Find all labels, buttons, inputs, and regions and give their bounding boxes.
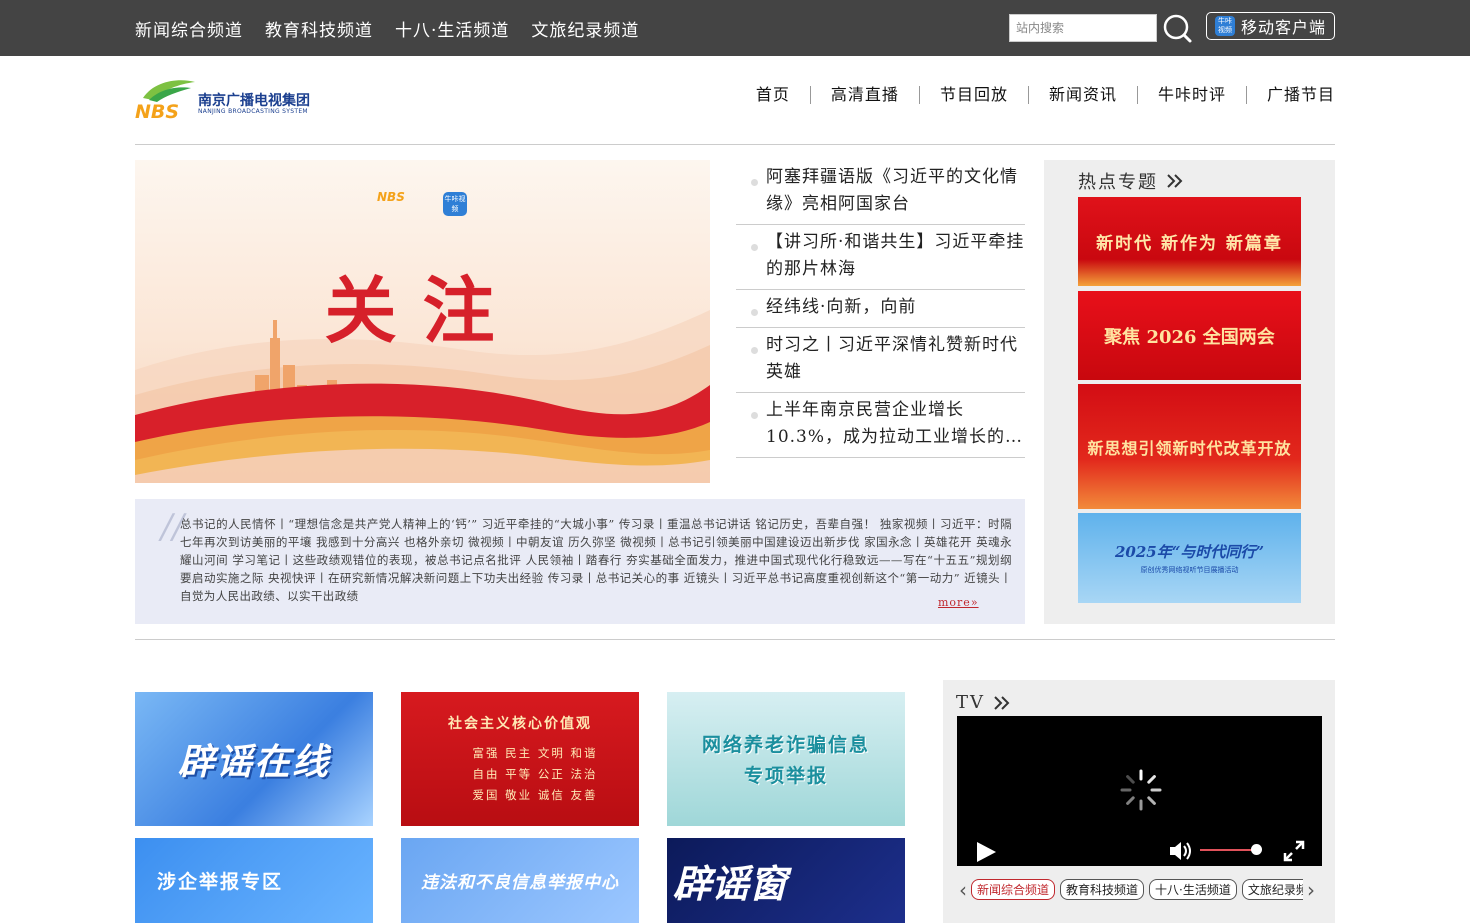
headline-item[interactable]: 经纬线·向新，向前	[736, 290, 1025, 328]
logo-name-en: NANJING BROADCASTING SYSTEM	[198, 108, 308, 115]
tile-elderly-fraud-line: 专项举报	[743, 765, 828, 787]
section-divider	[135, 639, 1335, 640]
tv-panel: TV ‹ 新闻综合频道 教育科技频道 十八·生活频道 文旅纪录频 ›	[943, 680, 1335, 923]
tv-channel-list: 新闻综合频道 教育科技频道 十八·生活频道 文旅纪录频道	[971, 879, 1303, 900]
tile-rumor-refute-online[interactable]: 辟谣在线	[135, 692, 373, 826]
double-chevron-right-icon	[1167, 174, 1183, 188]
tile-rumor-window[interactable]: 辟谣窗	[667, 838, 905, 923]
site-search-input[interactable]	[1009, 14, 1157, 42]
tile-core-values-line: 爱国 敬业 诚信 友善	[472, 787, 598, 802]
hot-topic-reform[interactable]: 新思想引领新时代改革开放	[1078, 384, 1301, 509]
tile-elderly-fraud-line: 网络养老诈骗信息	[701, 734, 870, 756]
logo-brand: NBS	[135, 101, 179, 120]
double-chevron-right-icon	[994, 695, 1010, 710]
tile-core-values-line: 自由 平等 公正 法治	[472, 766, 598, 781]
hot-topic-new-era[interactable]: 新时代 新作为 新篇章	[1078, 197, 1301, 286]
hot-topics-title: 热点专题	[1078, 172, 1158, 193]
tile-enterprise-report[interactable]: 涉企举报专区	[135, 838, 373, 923]
tv-channel-education[interactable]: 教育科技频道	[1060, 879, 1145, 900]
tile-core-values-title: 社会主义核心价值观	[448, 715, 592, 732]
tv-channel-switcher: ‹ 新闻综合频道 教育科技频道 十八·生活频道 文旅纪录频道 ›	[959, 879, 1315, 900]
hot-topic-with-the-times-subtitle: 原创优秀网络视听节目展播活动	[1140, 566, 1239, 574]
header-divider	[135, 144, 1335, 145]
xi-quotes-strip: // 总书记的人民情怀丨“理想信念是共产党人精神上的‘钙’” 习近平牵挂的“大城…	[135, 499, 1025, 624]
chevron-right-icon[interactable]: ›	[1307, 880, 1315, 900]
nav-live[interactable]: 高清直播	[811, 86, 920, 104]
video-player[interactable]	[957, 716, 1322, 866]
channel-link-education[interactable]: 教育科技频道	[265, 16, 373, 41]
headline-text: 阿塞拜疆语版《习近平的文化情缘》亮相阿国家台	[766, 167, 1018, 214]
hero-title: 关注	[324, 269, 521, 353]
mobile-client-label: 移动客户端	[1241, 18, 1327, 37]
tile-illegal-info-report[interactable]: 违法和不良信息举报中心	[401, 838, 639, 923]
play-icon[interactable]	[975, 841, 997, 863]
nav-news[interactable]: 新闻资讯	[1029, 86, 1138, 104]
hot-topics-panel: 热点专题 新时代 新作为 新篇章 聚焦 2026 全国两会 新思想引领新时代改革…	[1044, 160, 1335, 624]
tv-channel-culture[interactable]: 文旅纪录频道	[1241, 879, 1303, 900]
mobile-app-icon: 牛咔视频	[1215, 16, 1235, 36]
tv-title: TV	[956, 692, 986, 713]
headline-item[interactable]: 时习之丨习近平深情礼赞新时代英雄	[736, 328, 1025, 393]
headline-item[interactable]: 阿塞拜疆语版《习近平的文化情缘》亮相阿国家台	[736, 160, 1025, 225]
tile-elderly-fraud-report[interactable]: 网络养老诈骗信息 专项举报	[667, 692, 905, 826]
channel-link-life[interactable]: 十八·生活频道	[395, 16, 509, 41]
nav-radio[interactable]: 广播节目	[1247, 86, 1335, 104]
hero-badge-nbs: NBS	[377, 190, 405, 204]
volume-icon[interactable]	[1169, 840, 1193, 862]
hero-badge-app: 牛咔视频	[443, 192, 467, 216]
nav-home[interactable]: 首页	[736, 86, 811, 104]
headline-text: 经纬线·向新，向前	[766, 297, 917, 317]
tile-core-values-line: 富强 民主 文明 和谐	[472, 745, 598, 760]
chevron-left-icon[interactable]: ‹	[959, 880, 967, 900]
headline-item[interactable]: 【讲习所·和谐共生】习近平牵挂的那片林海	[736, 225, 1025, 290]
headline-text: 【讲习所·和谐共生】习近平牵挂的那片林海	[766, 232, 1025, 279]
loading-spinner-icon	[1120, 769, 1162, 811]
tv-channel-news[interactable]: 新闻综合频道	[971, 879, 1056, 900]
nbs-logo[interactable]: NBS 南京广播电视集团 NANJING BROADCASTING SYSTEM	[135, 78, 335, 123]
quotes-text[interactable]: 总书记的人民情怀丨“理想信念是共产党人精神上的‘钙’” 习近平牵挂的“大城小事”…	[180, 515, 1012, 605]
hot-topic-two-sessions[interactable]: 聚焦 2026 全国两会	[1078, 291, 1301, 380]
nav-commentary[interactable]: 牛咔时评	[1138, 86, 1247, 104]
headline-text: 上半年南京民营企业增长10.3%，成为拉动工业增长的重要力量	[766, 400, 1024, 447]
mobile-client-button[interactable]: 牛咔视频 移动客户端	[1206, 12, 1335, 40]
tv-header[interactable]: TV	[956, 692, 1011, 713]
nav-replay[interactable]: 节目回放	[920, 86, 1029, 104]
main-nav: 首页 高清直播 节目回放 新闻资讯 牛咔时评 广播节目	[736, 86, 1335, 104]
channel-link-news[interactable]: 新闻综合频道	[135, 16, 243, 41]
logo-name-cn: 南京广播电视集团	[198, 93, 310, 109]
headline-list: 阿塞拜疆语版《习近平的文化情缘》亮相阿国家台 【讲习所·和谐共生】习近平牵挂的那…	[736, 160, 1025, 458]
volume-slider-handle[interactable]	[1251, 844, 1262, 855]
hot-topic-with-the-times[interactable]: 2025年“与时代同行” 原创优秀网络视听节目展播活动	[1078, 513, 1301, 603]
headline-text: 时习之丨习近平深情礼赞新时代英雄	[766, 335, 1018, 382]
tv-channel-life[interactable]: 十八·生活频道	[1149, 879, 1237, 900]
hot-topic-with-the-times-title: 2025年“与时代同行”	[1114, 543, 1264, 561]
top-bar: 新闻综合频道 教育科技频道 十八·生活频道 文旅纪录频道 牛咔视频 移动客户端	[0, 0, 1470, 56]
headline-item[interactable]: 上半年南京民营企业增长10.3%，成为拉动工业增长的重要力量	[736, 393, 1025, 458]
nbs-logo-icon: NBS	[135, 80, 195, 123]
channel-link-culture[interactable]: 文旅纪录频道	[531, 16, 639, 41]
search-icon[interactable]	[1161, 12, 1193, 44]
fullscreen-icon[interactable]	[1283, 840, 1305, 862]
hero-banner[interactable]: NBS 牛咔视频 关注	[135, 160, 710, 483]
channel-nav: 新闻综合频道 教育科技频道 十八·生活频道 文旅纪录频道	[135, 0, 639, 56]
volume-slider-track[interactable]	[1200, 849, 1256, 851]
more-link[interactable]: more»	[938, 596, 979, 609]
hot-topics-header[interactable]: 热点专题	[1078, 168, 1184, 194]
tile-core-values[interactable]: 社会主义核心价值观 富强 民主 文明 和谐 自由 平等 公正 法治 爱国 敬业 …	[401, 692, 639, 826]
